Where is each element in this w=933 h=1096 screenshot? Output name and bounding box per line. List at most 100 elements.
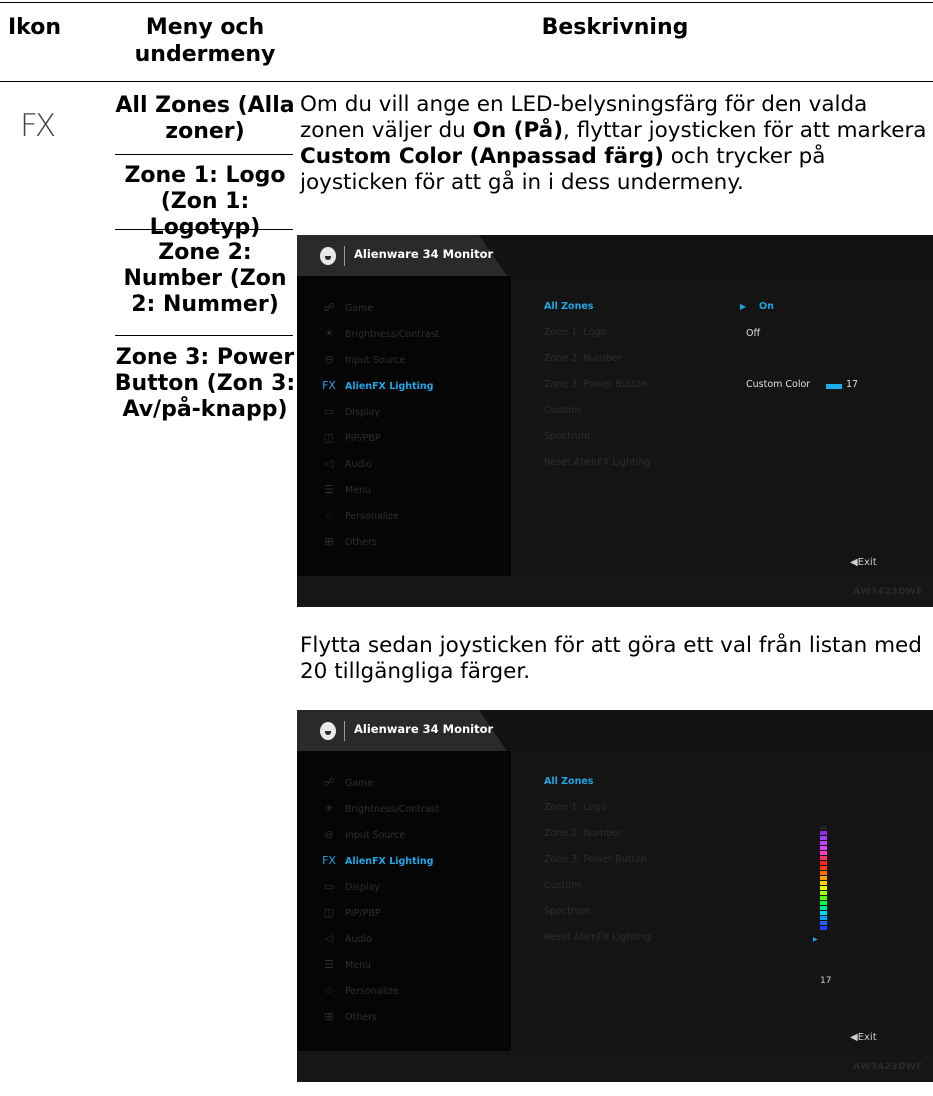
menu-item-input-source[interactable]: ⊖ Input Source xyxy=(321,353,405,366)
alienware-logo-icon xyxy=(320,722,336,740)
color-segment[interactable] xyxy=(820,901,827,905)
menu-icon: ☰ xyxy=(324,483,334,496)
submenu-zone-3[interactable]: Zone 3: Power Button xyxy=(544,854,647,865)
zone-all: All Zones (Alla zoner) xyxy=(115,93,295,144)
alienware-logo-icon xyxy=(320,247,336,265)
custom-color-value: 17 xyxy=(846,379,859,390)
menu-item-pip[interactable]: ◫ PIP/PBP xyxy=(321,431,381,444)
monitor-icon: ▭ xyxy=(323,405,335,418)
submenu-custom[interactable]: Custom xyxy=(544,880,580,891)
color-segment[interactable] xyxy=(820,876,827,880)
color-segment[interactable] xyxy=(820,916,827,920)
option-on[interactable]: On xyxy=(759,301,774,312)
submenu-spectrum[interactable]: Spectrum xyxy=(544,431,590,442)
color-slider[interactable] xyxy=(820,826,827,931)
color-segment[interactable] xyxy=(820,831,827,835)
menu-item-display[interactable]: ▭ Display xyxy=(321,405,380,418)
color-segment[interactable] xyxy=(820,906,827,910)
submenu-reset[interactable]: Reset AlienFX Lighting xyxy=(544,932,651,943)
submenu-zone-1[interactable]: Zone 1: Logo xyxy=(544,802,606,813)
osd-screenshot-1: Alienware 34 Monitor AW3423DWF ☍ Game ☀ Br… xyxy=(297,235,933,607)
menu-item-others[interactable]: ⊞ Others xyxy=(321,1010,377,1023)
osd-screenshot-2: Alienware 34 Monitor AW3423DWF ☍ Game ☀ Br… xyxy=(297,710,933,1082)
color-segment[interactable] xyxy=(820,921,827,925)
speaker-icon: ◁ xyxy=(324,457,334,470)
color-segment[interactable] xyxy=(820,826,827,830)
color-segment[interactable] xyxy=(820,891,827,895)
description-paragraph-1: Om du vill ange en LED-belysningsfärg fö… xyxy=(300,92,927,195)
option-off[interactable]: Off xyxy=(746,328,760,339)
color-segment[interactable] xyxy=(820,856,827,860)
menu-item-game[interactable]: ☍ Game xyxy=(321,776,373,789)
input-icon: ⊖ xyxy=(324,828,334,841)
zone-separator xyxy=(115,335,293,336)
osd-title: Alienware 34 Monitor xyxy=(354,722,494,736)
color-segment[interactable] xyxy=(820,846,827,850)
table-top-rule xyxy=(0,2,933,3)
menu-item-alienfx[interactable]: FX AlienFX Lighting xyxy=(321,379,433,392)
menu-item-pip[interactable]: ◫ PIP/PBP xyxy=(321,906,381,919)
submenu-spectrum[interactable]: Spectrum xyxy=(544,906,590,917)
on-term: On (På) xyxy=(472,118,564,143)
menu-item-audio[interactable]: ◁ Audio xyxy=(321,457,372,470)
color-segment[interactable] xyxy=(820,896,827,900)
menu-item-input-source[interactable]: ⊖ Input Source xyxy=(321,828,405,841)
color-segment[interactable] xyxy=(820,886,827,890)
color-segment[interactable] xyxy=(820,911,827,915)
submenu-zone-2[interactable]: Zone 2: Number xyxy=(544,828,622,839)
menu-item-audio[interactable]: ◁ Audio xyxy=(321,932,372,945)
color-segment[interactable] xyxy=(820,866,827,870)
color-segment[interactable] xyxy=(820,926,827,930)
alienfx-icon: FX xyxy=(20,108,56,144)
menu-item-game[interactable]: ☍ Game xyxy=(321,301,373,314)
menu-item-alienfx[interactable]: FX AlienFX Lighting xyxy=(321,854,433,867)
color-segment[interactable] xyxy=(820,881,827,885)
osd-model: AW3423DWF xyxy=(853,587,923,597)
osd-title: Alienware 34 Monitor xyxy=(354,247,494,261)
zone-2-number: Zone 2: Number (Zon 2: Nummer) xyxy=(123,240,287,317)
submenu-zone-3[interactable]: Zone 3: Power Button xyxy=(544,379,647,390)
color-segment[interactable] xyxy=(820,851,827,855)
menu-item-others[interactable]: ⊞ Others xyxy=(321,535,377,548)
color-segment[interactable] xyxy=(820,861,827,865)
zone-3-power: Zone 3: Power Button (Zon 3: Av/på-knapp… xyxy=(114,345,296,422)
submenu-reset[interactable]: Reset AlienFX Lighting xyxy=(544,457,651,468)
custom-color-term: Custom Color (Anpassad färg) xyxy=(300,144,664,169)
submenu-custom[interactable]: Custom xyxy=(544,405,580,416)
option-custom-color[interactable]: Custom Color xyxy=(746,379,810,390)
menu-item-menu[interactable]: ☰ Menu xyxy=(321,483,371,496)
gamepad-icon: ☍ xyxy=(323,301,335,314)
submenu-all-zones[interactable]: All Zones xyxy=(544,301,593,312)
color-segment[interactable] xyxy=(820,841,827,845)
exit-button[interactable]: ◀Exit xyxy=(850,1032,877,1043)
slider-pointer-icon: ▶ xyxy=(813,936,818,943)
submenu-zone-1[interactable]: Zone 1: Logo xyxy=(544,327,606,338)
submenu-zone-2[interactable]: Zone 2: Number xyxy=(544,353,622,364)
speaker-icon: ◁ xyxy=(324,932,334,945)
osd-model: AW3423DWF xyxy=(853,1062,923,1072)
color-segment[interactable] xyxy=(820,871,827,875)
pip-icon: ◫ xyxy=(323,906,335,919)
monitor-icon: ▭ xyxy=(323,880,335,893)
gamepad-icon: ☍ xyxy=(323,776,335,789)
menu-item-display[interactable]: ▭ Display xyxy=(321,880,380,893)
zone-separator xyxy=(115,229,293,230)
submenu-all-zones[interactable]: All Zones xyxy=(544,776,593,787)
star-icon: ☆ xyxy=(324,509,334,522)
menu-item-menu[interactable]: ☰ Menu xyxy=(321,958,371,971)
alienfx-icon: FX xyxy=(322,854,336,867)
input-icon: ⊖ xyxy=(324,353,334,366)
description-paragraph-2: Flytta sedan joysticken för att göra ett… xyxy=(300,633,922,684)
menu-item-personalize[interactable]: ☆ Personalize xyxy=(321,984,399,997)
menu-item-brightness[interactable]: ☀ Brightness/Contrast xyxy=(321,327,439,340)
header-bottom-rule xyxy=(0,81,933,82)
header-desc-col: Beskrivning xyxy=(541,15,689,40)
color-segment[interactable] xyxy=(820,836,827,840)
menu-item-brightness[interactable]: ☀ Brightness/Contrast xyxy=(321,802,439,815)
sun-icon: ☀ xyxy=(324,327,334,340)
exit-button[interactable]: ◀Exit xyxy=(850,557,877,568)
menu-item-personalize[interactable]: ☆ Personalize xyxy=(321,509,399,522)
slider-value: 17 xyxy=(820,976,832,986)
play-arrow-icon: ▶ xyxy=(740,302,747,311)
sun-icon: ☀ xyxy=(324,802,334,815)
